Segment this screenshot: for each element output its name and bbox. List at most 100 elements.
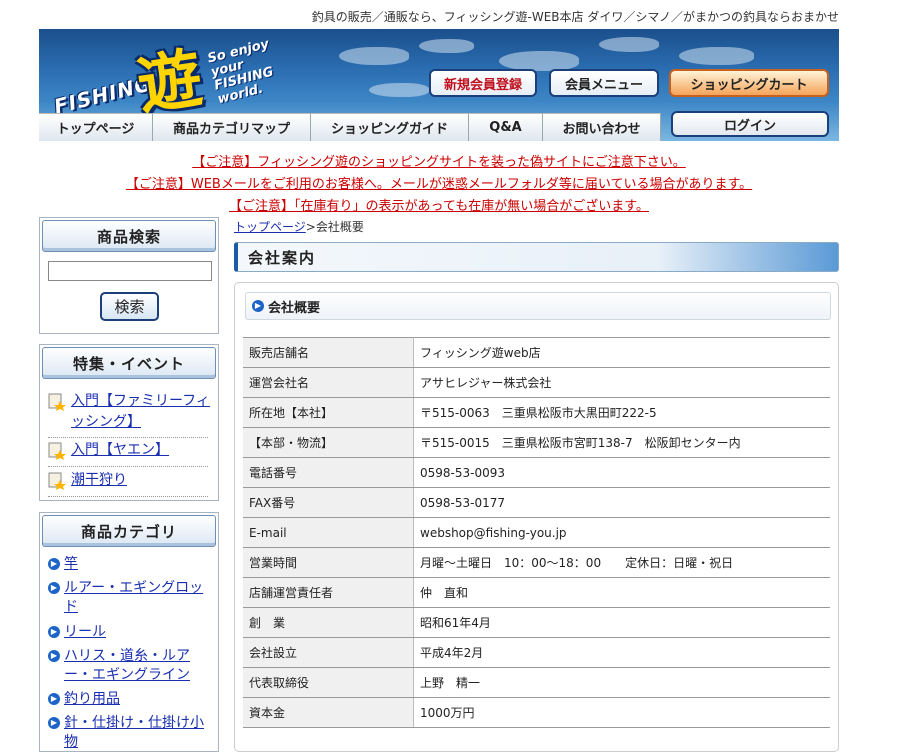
arrow-bullet-icon: ▶ [48, 626, 60, 638]
header-banner: FISHING 遊 So enjoy your FISHING world. 新規会… [39, 29, 839, 141]
table-row: 代表取締役 上野 精一 [243, 667, 830, 698]
fish-decoration [499, 51, 579, 71]
row-value: 0598-53-0093 [413, 457, 830, 488]
category-link[interactable]: ハリス・道糸・ルアー・エギングライン [64, 647, 213, 685]
login-button[interactable]: ログイン [671, 111, 829, 137]
events-box: 特集・イベント 入門【ファミリーフィッシング】 入門【ヤエン】 潮干狩り [39, 344, 219, 501]
category-item[interactable]: ▶ 竿 [48, 555, 213, 574]
section-heading-label: 会社概要 [268, 300, 321, 316]
row-label: 【本部・物流】 [243, 427, 414, 458]
fish-decoration [599, 37, 659, 52]
arrow-bullet-icon: ▶ [48, 693, 60, 705]
breadcrumb-current: 会社概要 [315, 220, 364, 234]
category-link[interactable]: リール [64, 623, 213, 642]
category-item[interactable]: ▶ ルアー・エギングロッド [48, 579, 213, 617]
logo-slogan: So enjoy your FISHING world. [206, 36, 276, 108]
event-item[interactable]: 潮干狩り [48, 470, 208, 497]
row-value: 昭和61年4月 [413, 607, 830, 638]
event-link[interactable]: 入門【ヤエン】 [71, 440, 211, 461]
table-row: FAX番号 0598-53-0177 [243, 487, 830, 518]
category-link[interactable]: 竿 [64, 555, 213, 574]
member-menu-button[interactable]: 会員メニュー [549, 69, 659, 97]
breadcrumb-home-link[interactable]: トップページ [234, 220, 306, 234]
register-button[interactable]: 新規会員登録 [429, 69, 537, 97]
row-label: E-mail [243, 517, 414, 548]
notice-link[interactable]: 【ご注意】WEBメールをご利用のお客様へ。メールが迷惑メールフォルダ等に届いてい… [39, 174, 839, 196]
category-item[interactable]: ▶ リール [48, 623, 213, 642]
nav-contact[interactable]: お問い合わせ [543, 113, 661, 141]
arrow-bullet-icon: ▶ [48, 558, 60, 570]
table-row: 会社設立 平成4年2月 [243, 637, 830, 668]
row-value: 〒515-0063 三重県松阪市大黒田町222-5 [413, 397, 830, 428]
notice-link[interactable]: 【ご注意】フィッシング遊のショッピングサイトを装った偽サイトにご注意下さい。 [39, 152, 839, 174]
row-value: フィッシング遊web店 [413, 337, 830, 368]
arrow-bullet-icon: ▶ [48, 582, 60, 594]
arrow-bullet-icon: ▶ [48, 650, 60, 662]
site-tagline: 釣具の販売／通販なら、フィッシング遊-WEB本店 ダイワ／シマノ／がまかつの釣具… [311, 10, 839, 24]
nav-top[interactable]: トップページ [39, 113, 153, 141]
category-item[interactable]: ▶ 釣り用品 [48, 690, 213, 709]
row-value: 0598-53-0177 [413, 487, 830, 518]
row-value: webshop@fishing-you.jp [413, 517, 830, 548]
table-row: 電話番号 0598-53-0093 [243, 457, 830, 488]
row-label: 販売店舗名 [243, 337, 414, 368]
row-label: 所在地【本社】 [243, 397, 414, 428]
table-row: 所在地【本社】 〒515-0063 三重県松阪市大黒田町222-5 [243, 397, 830, 428]
nav-qa[interactable]: Q&A [469, 113, 543, 141]
table-row: 【本部・物流】 〒515-0015 三重県松阪市宮町138-7 松阪卸センター内 [243, 427, 830, 458]
notice-link[interactable]: 【ご注意】「在庫有り」の表示があっても在庫が無い場合がございます。 [39, 196, 839, 218]
fish-decoration [419, 39, 474, 53]
star-note-icon [48, 442, 66, 460]
row-value: 上野 精一 [413, 667, 830, 698]
table-row: 店舗運営責任者仲 直和 [243, 577, 830, 608]
star-note-icon [48, 472, 66, 490]
row-label: 店舗運営責任者 [243, 577, 414, 608]
row-label: 創 業 [243, 607, 414, 638]
search-button[interactable]: 検索 [100, 292, 159, 321]
row-value: 〒515-0015 三重県松阪市宮町138-7 松阪卸センター内 [413, 427, 830, 458]
table-row: 運営会社名 アサヒレジャー株式会社 [243, 367, 830, 398]
fish-decoration [339, 47, 409, 65]
nav-category-map[interactable]: 商品カテゴリマップ [153, 113, 311, 141]
main-nav: トップページ 商品カテゴリマップ ショッピングガイド Q&A お問い合わせ [39, 113, 661, 141]
table-row: 創 業昭和61年4月 [243, 607, 830, 638]
table-row: 販売店舗名 フィッシング遊web店 [243, 337, 830, 368]
shopping-cart-button[interactable]: ショッピングカート [669, 69, 829, 97]
event-link[interactable]: 入門【ファミリーフィッシング】 [71, 391, 211, 433]
row-label: 運営会社名 [243, 367, 414, 398]
category-box: 商品カテゴリ ▶ 竿 ▶ ルアー・エギングロッド ▶ リール ▶ ハリス・道糸・ルアー・… [39, 512, 219, 752]
events-box-title: 特集・イベント [42, 347, 216, 379]
search-input[interactable] [48, 261, 212, 281]
search-box: 商品検索 検索 [39, 217, 219, 334]
row-label: 会社設立 [243, 637, 414, 668]
row-label: 営業時間 [243, 547, 414, 578]
page-title: 会社案内 [234, 242, 839, 272]
notice-list: 【ご注意】フィッシング遊のショッピングサイトを装った偽サイトにご注意下さい。 【… [39, 152, 839, 218]
star-note-icon [48, 393, 66, 411]
row-label: 電話番号 [243, 457, 414, 488]
row-value: 仲 直和 [413, 577, 830, 608]
search-box-title: 商品検索 [42, 220, 216, 252]
row-label: 代表取締役 [243, 667, 414, 698]
table-row: E-mail webshop@fishing-you.jp [243, 517, 830, 548]
event-item[interactable]: 入門【ヤエン】 [48, 440, 208, 467]
category-item[interactable]: ▶ ハリス・道糸・ルアー・エギングライン [48, 647, 213, 685]
row-label: 資本金 [243, 697, 414, 728]
row-value: 平成4年2月 [413, 637, 830, 668]
arrow-bullet-icon: ▶ [48, 717, 60, 729]
category-link[interactable]: 針・仕掛け・仕掛け小物 [64, 714, 213, 752]
company-panel: ▶ 会社概要 販売店舗名 フィッシング遊web店 運営会社名 アサヒレジャー株式会社 所在… [234, 282, 839, 752]
row-label: FAX番号 [243, 487, 414, 518]
row-value: 月曜～土曜日 10：00～18：00 定休日：日曜・祝日 [413, 547, 830, 578]
category-link[interactable]: 釣り用品 [64, 690, 213, 709]
category-box-title: 商品カテゴリ [42, 515, 216, 547]
event-item[interactable]: 入門【ファミリーフィッシング】 [48, 391, 211, 438]
section-heading: ▶ 会社概要 [245, 292, 831, 320]
category-link[interactable]: ルアー・エギングロッド [64, 579, 213, 617]
event-link[interactable]: 潮干狩り [71, 470, 211, 491]
category-item[interactable]: ▶ 針・仕掛け・仕掛け小物 [48, 714, 213, 752]
breadcrumb: トップページ>会社概要 [234, 218, 364, 235]
fish-decoration [679, 47, 754, 65]
row-value: 1000万円 [413, 697, 830, 728]
nav-shopping-guide[interactable]: ショッピングガイド [311, 113, 469, 141]
